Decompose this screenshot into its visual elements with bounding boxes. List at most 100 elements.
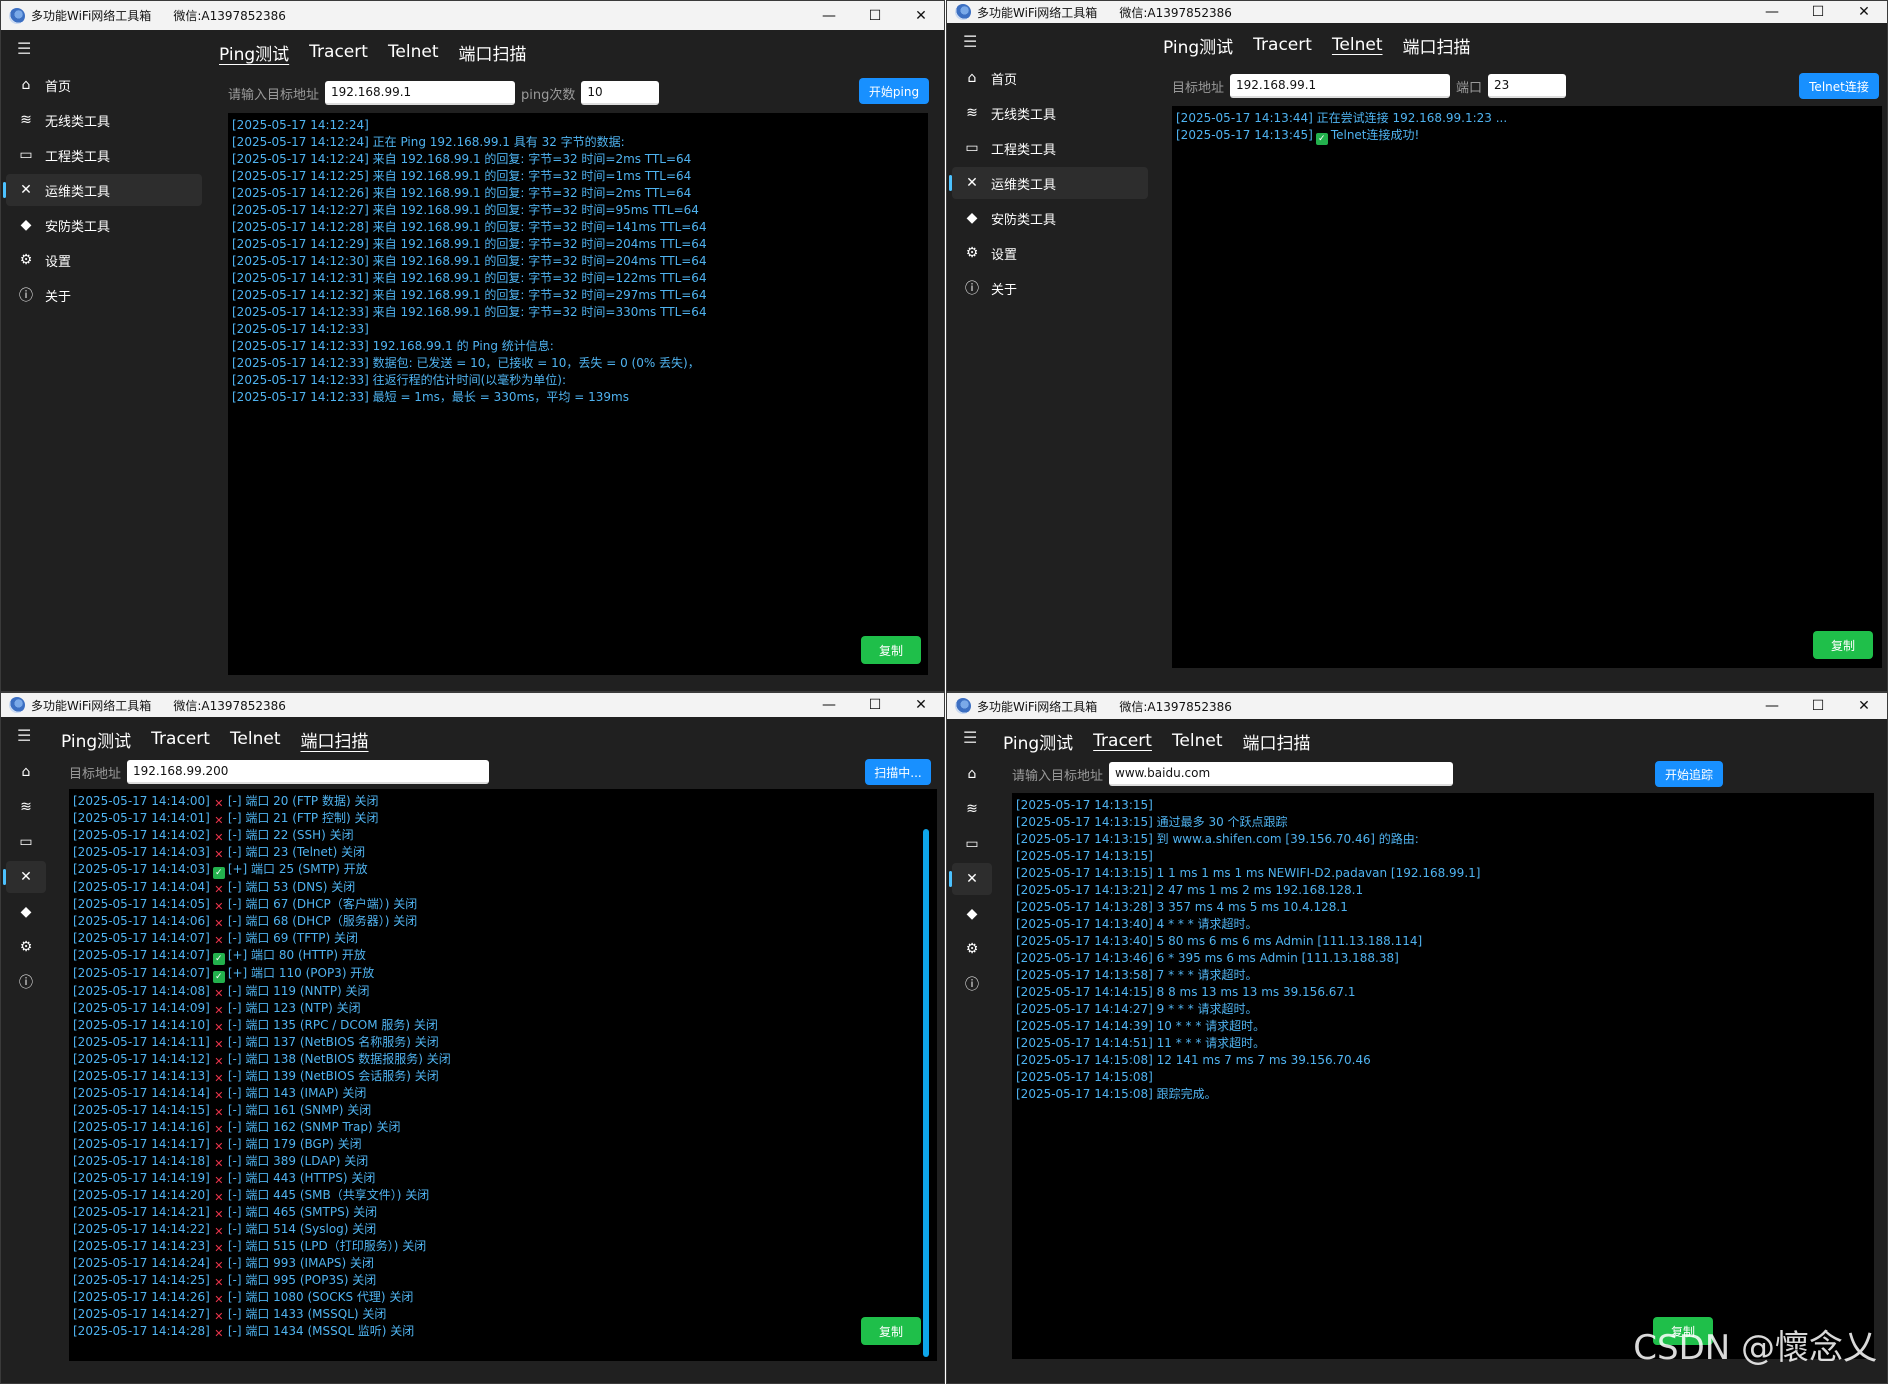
menu-toggle-icon[interactable]: ☰ [947,23,1153,59]
log-line: [2025-05-17 14:14:21] ✕ [-] 端口 465 (SMTPS)… [73,1204,933,1221]
log-line: [2025-05-17 14:14:05] ✕ [-] 端口 67 (DHCP（客户… [73,896,933,913]
close-button[interactable]: ✕ [1841,693,1887,719]
close-button[interactable]: ✕ [898,693,944,717]
log-text: [-] 端口 162 (SNMP Trap) 关闭 [227,1120,401,1134]
minimize-button[interactable]: — [1749,1,1795,23]
tab-telnet[interactable]: Telnet [388,42,439,62]
start-trace-button[interactable]: 开始追踪 [1655,761,1723,787]
log-line: [2025-05-17 14:13:44] 正在尝试连接 192.168.99.… [1176,111,1508,125]
copy-button[interactable]: 复制 [861,636,921,664]
scanning-button[interactable]: 扫描中... [865,759,931,785]
nav-item-home[interactable]: ⌂ 首页 [6,69,202,101]
tab-tracert[interactable]: Tracert [1253,35,1312,55]
nav-item-settings[interactable]: ⚙ [6,931,46,963]
nav-item-about[interactable]: ⓘ 关于 [6,279,202,311]
nav-item-security[interactable]: ◆ [6,896,46,928]
nav-item-engineering[interactable]: ▭ [6,826,46,858]
maximize-button[interactable]: ☐ [1795,693,1841,719]
log-timestamp: [2025-05-17 14:14:25] [73,1273,210,1287]
nav-item-about[interactable]: ⓘ [6,966,46,998]
maximize-button[interactable]: ☐ [1795,1,1841,23]
telnet-connect-button[interactable]: Telnet连接 [1799,73,1879,99]
count-input[interactable]: 10 [581,81,660,105]
tab-portscan[interactable]: 端口扫描 [301,727,369,752]
log-line: [2025-05-17 14:13:45] ✓ Telnet连接成功! [1176,127,1878,145]
nav-item-security[interactable]: ◆ 安防类工具 [952,202,1148,234]
copy-button[interactable]: 复制 [1813,631,1873,659]
main-content: Ping测试 Tracert Telnet 端口扫描 目标地址 192.168.… [1163,23,1887,691]
log-line: [2025-05-17 14:14:03] ✕ [-] 端口 23 (Telnet)… [73,844,933,861]
app-logo-icon [955,4,971,20]
scrollbar[interactable] [923,829,929,1357]
minimize-button[interactable]: — [1749,693,1795,719]
log-text: [-] 端口 995 (POP3S) 关闭 [227,1273,377,1287]
nav-item-ops[interactable]: ✕ [3,861,46,893]
log-timestamp: [2025-05-17 14:14:15] [73,1103,210,1117]
maximize-button[interactable]: ☐ [852,1,898,30]
tab-telnet[interactable]: Telnet [1172,731,1223,751]
start-ping-button[interactable]: 开始ping [859,78,929,104]
title-bar: 多功能WiFi网络工具箱 微信:A1397852386 — ☐ ✕ [947,1,1887,23]
nav-item-about[interactable]: ⓘ 关于 [952,272,1148,304]
cross-icon: ✕ [214,987,224,1000]
nav-item-settings[interactable]: ⚙ 设置 [952,237,1148,269]
nav-item-wireless[interactable]: ≋ 无线类工具 [952,97,1148,129]
nav-item-ops[interactable]: ✕ 运维类工具 [949,167,1148,199]
menu-toggle-icon[interactable]: ☰ [1,30,207,66]
nav-item-security[interactable]: ◆ 安防类工具 [6,209,202,241]
tab-tracert[interactable]: Tracert [151,729,210,749]
log-line: [2025-05-17 14:14:39] 10 * * * 请求超时。 [1016,1019,1266,1033]
menu-toggle-icon[interactable]: ☰ [947,719,997,755]
nav-item-home[interactable]: ⌂ [6,756,46,788]
tab-ping[interactable]: Ping测试 [1003,729,1073,754]
toolbox-icon: ▭ [19,147,33,163]
nav-item-engineering[interactable]: ▭ [952,828,992,860]
copy-button[interactable]: 复制 [861,1317,921,1345]
nav-item-home[interactable]: ⌂ [952,758,992,790]
nav-item-settings[interactable]: ⚙ [952,933,992,965]
maximize-button[interactable]: ☐ [852,693,898,717]
minimize-button[interactable]: — [806,693,852,717]
tab-portscan[interactable]: 端口扫描 [1403,33,1471,58]
tab-tracert[interactable]: Tracert [309,42,368,62]
close-button[interactable]: ✕ [898,1,944,30]
nav-item-home[interactable]: ⌂ 首页 [952,62,1148,94]
nav-item-ops[interactable]: ✕ 运维类工具 [3,174,202,206]
nav-item-wireless[interactable]: ≋ 无线类工具 [6,104,202,136]
log-text: [-] 端口 68 (DHCP（服务器）) 关闭 [227,914,418,928]
log-text: [-] 端口 23 (Telnet) 关闭 [227,845,366,859]
ping-form: 请输入目标地址 192.168.99.1 ping次数 10 [228,80,660,106]
nav-item-about[interactable]: ⓘ [952,968,992,1000]
tab-portscan[interactable]: 端口扫描 [1243,729,1311,754]
tab-telnet[interactable]: Telnet [1332,35,1383,55]
tab-ping[interactable]: Ping测试 [219,40,289,65]
menu-toggle-icon[interactable]: ☰ [1,717,51,753]
log-timestamp: [2025-05-17 14:14:27] [73,1307,210,1321]
cross-icon: ✕ [214,1004,224,1017]
tab-ping[interactable]: Ping测试 [61,727,131,752]
tab-telnet[interactable]: Telnet [230,729,281,749]
log-text: [-] 端口 53 (DNS) 关闭 [227,880,356,894]
minimize-button[interactable]: — [806,1,852,30]
tab-ping[interactable]: Ping测试 [1163,33,1233,58]
close-button[interactable]: ✕ [1841,1,1887,23]
nav-item-engineering[interactable]: ▭ 工程类工具 [6,139,202,171]
port-input[interactable]: 23 [1488,74,1567,98]
nav-item-wireless[interactable]: ≋ [952,793,992,825]
tracert-form: 请输入目标地址 www.baidu.com [1012,761,1454,787]
nav-item-settings[interactable]: ⚙ 设置 [6,244,202,276]
log-line: [2025-05-17 14:13:15] [1016,798,1153,812]
nav-item-engineering[interactable]: ▭ 工程类工具 [952,132,1148,164]
log-line: [2025-05-17 14:15:08] 12 141 ms 7 ms 7 m… [1016,1053,1371,1067]
log-text: [-] 端口 135 (RPC / DCOM 服务) 关闭 [227,1018,438,1032]
nav-item-ops[interactable]: ✕ [949,863,992,895]
tab-tracert[interactable]: Tracert [1093,731,1152,751]
target-input[interactable]: 192.168.99.1 [1230,74,1451,98]
target-input[interactable]: www.baidu.com [1109,762,1454,786]
log-text: [-] 端口 465 (SMTPS) 关闭 [227,1205,378,1219]
target-input[interactable]: 192.168.99.200 [127,760,490,784]
tab-portscan[interactable]: 端口扫描 [459,40,527,65]
nav-item-wireless[interactable]: ≋ [6,791,46,823]
target-input[interactable]: 192.168.99.1 [325,81,516,105]
nav-item-security[interactable]: ◆ [952,898,992,930]
